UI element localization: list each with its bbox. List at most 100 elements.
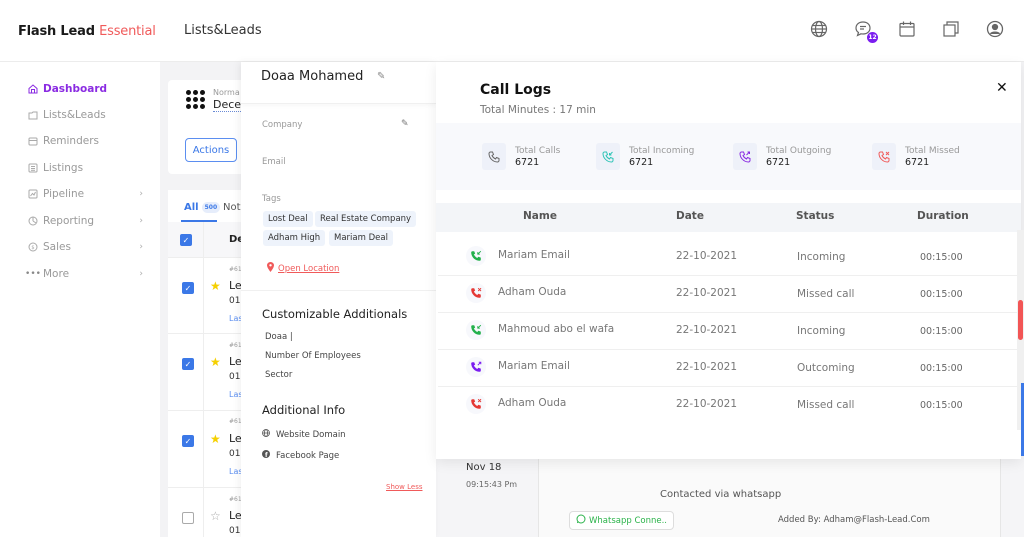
phone-incoming-icon	[466, 320, 486, 340]
call-duration: 00:15:00	[920, 252, 963, 263]
phone-outgoing-icon	[466, 357, 486, 377]
row-checkbox[interactable]: ✓	[182, 435, 194, 447]
row-checkbox[interactable]: ✓	[182, 282, 194, 294]
sidebar-item-reporting[interactable]: Reporting ›	[28, 215, 143, 227]
phone-missed-icon	[466, 394, 486, 414]
grid-icon[interactable]	[186, 90, 205, 109]
row-checkbox[interactable]: ✓	[182, 358, 194, 370]
tag[interactable]: Mariam Deal	[329, 230, 393, 246]
tab-all[interactable]: All 500	[184, 202, 221, 213]
brand-name: Flash Lead	[18, 24, 95, 39]
tab-all-count: 500	[201, 202, 221, 213]
call-duration: 00:15:00	[920, 363, 963, 374]
view-select[interactable]: Dece	[213, 98, 242, 112]
facebook-page[interactable]: f Facebook Page	[262, 450, 339, 461]
sidebar-item-pipeline[interactable]: Pipeline ›	[28, 188, 143, 200]
folder-icon	[28, 110, 38, 120]
brand-accent: Essential	[99, 24, 156, 39]
stat-value: 6721	[515, 156, 540, 168]
column-header-date[interactable]: Date	[676, 210, 704, 222]
lead-name[interactable]: Le	[229, 432, 242, 445]
row-divider	[168, 410, 248, 411]
globe-icon[interactable]	[808, 18, 830, 40]
lead-name[interactable]: Le	[229, 279, 242, 292]
globe-icon	[262, 429, 270, 440]
lead-name[interactable]: Le	[229, 355, 242, 368]
star-icon[interactable]: ★	[210, 355, 221, 369]
stat-total-calls: Total Calls 6721	[482, 143, 560, 170]
call-name: Mariam Email	[498, 360, 570, 372]
row-divider	[438, 349, 1021, 350]
sidebar-item-label: Dashboard	[43, 83, 108, 95]
custom-field: Sector	[265, 370, 293, 380]
call-date: 22-10-2021	[676, 324, 738, 336]
more-icon: •••	[25, 269, 41, 279]
lead-id: #61	[229, 342, 242, 349]
call-status: Missed call	[797, 399, 855, 411]
facebook-page-label: Facebook Page	[276, 450, 340, 461]
select-all-checkbox[interactable]: ✓	[180, 234, 192, 246]
svg-text:$: $	[31, 245, 34, 251]
timeline-date: Nov 18	[466, 462, 502, 473]
custom-field: Doaa |	[265, 332, 293, 342]
dollar-icon: $	[28, 242, 38, 252]
open-location-link[interactable]: Open Location	[267, 262, 339, 275]
show-less-link[interactable]: Show Less	[386, 483, 423, 491]
scrollbar-thumb[interactable]	[1018, 300, 1023, 340]
row-divider	[168, 257, 248, 258]
divider	[241, 290, 436, 291]
stat-value: 6721	[905, 156, 930, 168]
sidebar-item-listings[interactable]: Listings	[28, 162, 143, 174]
call-name: Adham Ouda	[498, 286, 567, 298]
sidebar-item-sales[interactable]: $ Sales ›	[28, 241, 143, 253]
tag[interactable]: Real Estate Company	[315, 211, 417, 227]
star-icon[interactable]: ★	[210, 432, 221, 446]
calendar-icon[interactable]	[896, 18, 918, 40]
website-domain[interactable]: Website Domain	[262, 429, 346, 440]
call-date: 22-10-2021	[676, 287, 738, 299]
chevron-right-icon: ›	[139, 269, 143, 279]
call-status: Incoming	[797, 251, 846, 263]
stat-value: 6721	[766, 156, 791, 168]
tab-not[interactable]: Not	[223, 202, 241, 213]
call-duration: 00:15:00	[920, 400, 963, 411]
call-date: 22-10-2021	[676, 398, 738, 410]
user-circle-icon[interactable]	[984, 18, 1006, 40]
facebook-icon: f	[262, 450, 270, 461]
brand-logo[interactable]: Flash Lead Essential	[18, 24, 156, 39]
star-icon[interactable]: ★	[210, 279, 221, 293]
column-header-name[interactable]: Name	[523, 210, 557, 222]
call-logs-title: Call Logs	[480, 82, 552, 98]
chevron-right-icon: ›	[139, 216, 143, 226]
star-outline-icon[interactable]: ☆	[210, 509, 221, 523]
tag[interactable]: Adham High	[263, 230, 326, 246]
sidebar-item-lists-leads[interactable]: Lists&Leads	[28, 109, 143, 121]
call-name: Adham Ouda	[498, 397, 567, 409]
actions-button[interactable]: Actions	[185, 138, 237, 162]
column-header-status[interactable]: Status	[796, 210, 834, 222]
row-divider	[438, 275, 1021, 276]
top-bar: Flash Lead Essential Lists&Leads 12	[0, 0, 1024, 62]
call-duration: 00:15:00	[920, 289, 963, 300]
sidebar-item-reminders[interactable]: Reminders	[28, 135, 143, 147]
edit-icon[interactable]: ✎	[377, 71, 385, 82]
tag[interactable]: Lost Deal	[263, 211, 313, 227]
column-header-duration[interactable]: Duration	[917, 210, 969, 222]
sidebar-item-label: More	[43, 268, 70, 280]
row-divider	[168, 333, 248, 334]
whatsapp-button[interactable]: Whatsapp Conne..	[569, 511, 674, 530]
calendar-icon	[28, 136, 38, 146]
website-domain-label: Website Domain	[276, 429, 346, 440]
edit-company-icon[interactable]: ✎	[401, 119, 409, 129]
copy-icon[interactable]	[940, 18, 962, 40]
row-checkbox[interactable]	[182, 512, 194, 524]
phone-incoming-icon	[466, 246, 486, 266]
phone-missed-icon	[872, 143, 896, 170]
stat-total-incoming: Total Incoming 6721	[596, 143, 694, 170]
lead-name[interactable]: Le	[229, 509, 242, 522]
sidebar-item-more[interactable]: ••• More ›	[25, 268, 143, 280]
svg-text:f: f	[265, 452, 268, 458]
close-icon[interactable]: ✕	[996, 80, 1008, 96]
sidebar-item-dashboard[interactable]: Dashboard	[28, 83, 143, 95]
chat-icon[interactable]: 12	[852, 18, 878, 43]
